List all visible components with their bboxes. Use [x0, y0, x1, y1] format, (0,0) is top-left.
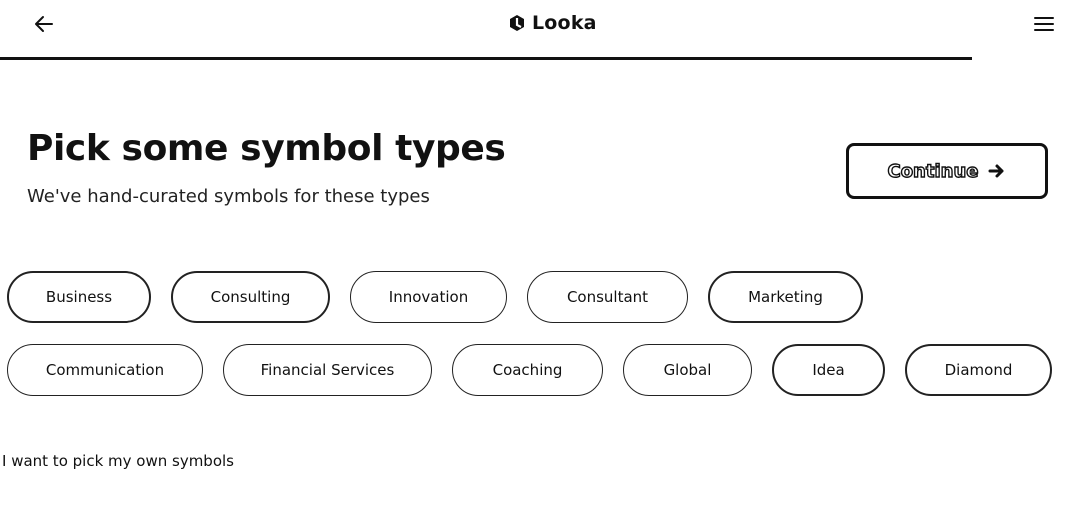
- continue-label: Continue: [887, 160, 979, 182]
- page-subtitle: We've hand-curated symbols for these typ…: [27, 186, 430, 207]
- chip-innovation[interactable]: Innovation: [350, 271, 507, 323]
- chip-consulting[interactable]: Consulting: [171, 271, 330, 323]
- chip-marketing[interactable]: Marketing: [708, 271, 863, 323]
- chip-communication[interactable]: Communication: [7, 344, 203, 396]
- chip-label: Innovation: [388, 288, 469, 306]
- chip-global[interactable]: Global: [623, 344, 752, 396]
- chip-label: Idea: [812, 361, 845, 379]
- arrow-right-icon: [987, 162, 1007, 180]
- chip-coaching[interactable]: Coaching: [452, 344, 603, 396]
- page-title: Pick some symbol types: [27, 128, 506, 169]
- chip-diamond[interactable]: Diamond: [905, 344, 1052, 396]
- chip-label: Coaching: [492, 361, 563, 379]
- chip-idea[interactable]: Idea: [772, 344, 885, 396]
- chip-label: Business: [45, 288, 113, 306]
- progress-bar-fill: [0, 57, 972, 60]
- chip-financial-services[interactable]: Financial Services: [223, 344, 432, 396]
- back-button[interactable]: [28, 10, 60, 38]
- chip-consultant[interactable]: Consultant: [527, 271, 688, 323]
- brand-logo[interactable]: Looka: [508, 12, 597, 34]
- chip-label: Financial Services: [260, 361, 395, 379]
- pick-own-symbols-link[interactable]: I want to pick my own symbols: [2, 452, 234, 470]
- chip-label: Marketing: [748, 288, 823, 306]
- looka-logo-icon: [510, 15, 524, 31]
- continue-button[interactable]: Continue: [846, 143, 1048, 199]
- chip-label: Global: [663, 361, 712, 379]
- hamburger-menu-icon: [1034, 17, 1054, 31]
- chip-label: Diamond: [944, 361, 1013, 379]
- brand-name: Looka: [532, 12, 597, 34]
- chip-label: Consulting: [210, 288, 291, 306]
- arrow-left-icon: [35, 16, 53, 32]
- chip-label: Communication: [45, 361, 165, 379]
- menu-button[interactable]: [1030, 12, 1058, 36]
- chip-business[interactable]: Business: [7, 271, 151, 323]
- chip-label: Consultant: [566, 288, 649, 306]
